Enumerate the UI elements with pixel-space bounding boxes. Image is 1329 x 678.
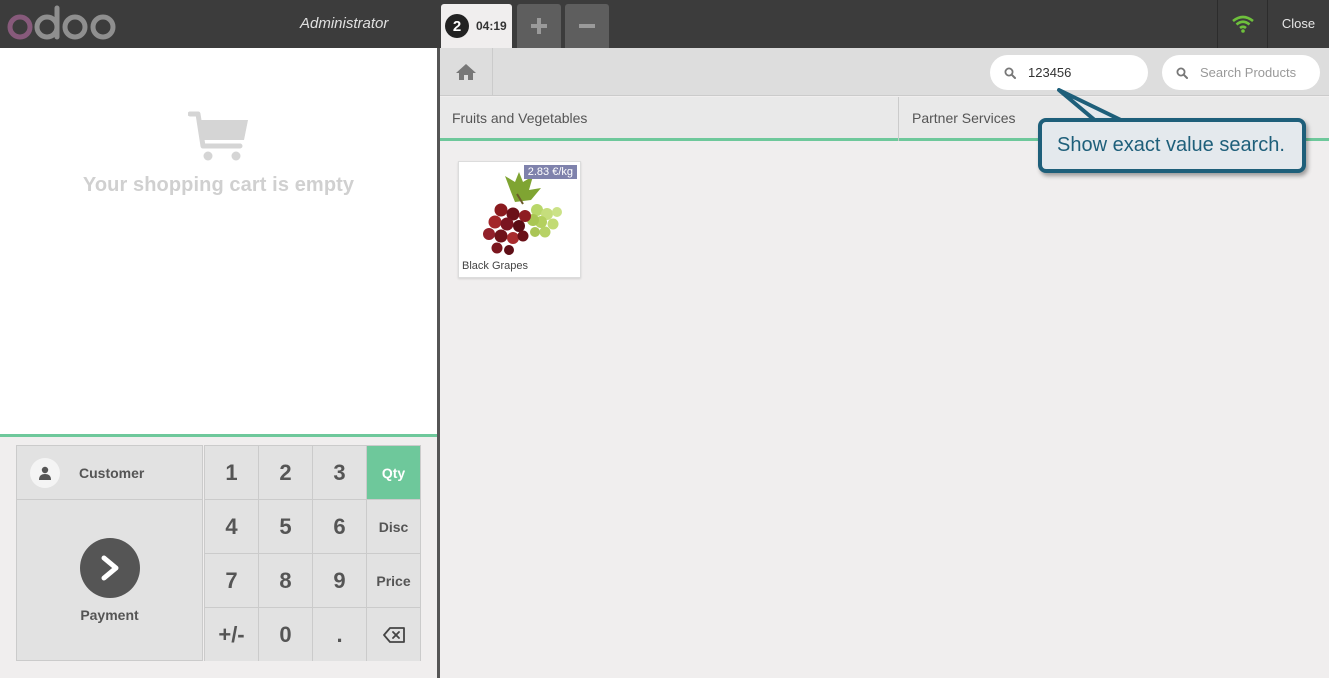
person-icon: [30, 457, 60, 488]
order-pane: Your shopping cart is empty Customer Pay…: [0, 48, 437, 678]
product-header: 123456 Search Products: [440, 48, 1329, 96]
home-icon: [456, 64, 476, 80]
numpad-key-9[interactable]: 9: [313, 554, 366, 607]
control-panel: Customer Payment 1 2 3 Qty 4 5 6 Disc 7 …: [0, 434, 437, 678]
numpad-key-3[interactable]: 3: [313, 446, 366, 499]
exact-search-value: 123456: [1028, 65, 1072, 80]
product-card[interactable]: 2.83 €/kg Black Grapes: [458, 161, 581, 278]
grapes-image: [471, 170, 569, 262]
search-icon: [1176, 67, 1188, 79]
new-order-button[interactable]: [517, 4, 561, 48]
tooltip-text: Show exact value search.: [1057, 134, 1285, 156]
category-fruits-and-vegetables[interactable]: Fruits and Vegetables: [440, 97, 899, 141]
order-tab[interactable]: 2 04:19: [441, 4, 512, 48]
numpad-key-6[interactable]: 6: [313, 500, 366, 553]
numpad-key-1[interactable]: 1: [205, 446, 258, 499]
backspace-button[interactable]: [367, 608, 420, 661]
order-time: 04:19: [476, 19, 507, 33]
plus-icon: [531, 18, 547, 34]
close-button[interactable]: Close: [1267, 0, 1329, 48]
numpad-key-dot[interactable]: .: [313, 608, 366, 661]
mode-qty-button[interactable]: Qty: [367, 446, 420, 499]
payment-label: Payment: [80, 607, 139, 623]
connection-status[interactable]: [1217, 0, 1267, 48]
shopping-cart-icon: [187, 111, 248, 161]
empty-cart-message: Your shopping cart is empty: [82, 174, 355, 196]
tooltip-callout: Show exact value search.: [1038, 118, 1306, 173]
wifi-icon: [1231, 15, 1254, 33]
empty-cart: Your shopping cart is empty: [0, 110, 437, 197]
search-icon: [1004, 67, 1016, 79]
numpad-key-7[interactable]: 7: [205, 554, 258, 607]
product-search-input[interactable]: Search Products: [1162, 55, 1320, 90]
customer-button[interactable]: Customer: [17, 446, 202, 500]
numpad-key-plus-minus[interactable]: +/-: [205, 608, 258, 661]
home-category-button[interactable]: [440, 48, 493, 96]
odoo-logo: [6, 0, 118, 48]
username: Administrator: [300, 15, 389, 32]
mode-price-button[interactable]: Price: [367, 554, 420, 607]
product-name: Black Grapes: [462, 260, 529, 272]
numpad-key-5[interactable]: 5: [259, 500, 312, 553]
minus-icon: [579, 24, 595, 28]
action-pad: Customer Payment: [16, 445, 203, 661]
product-price-tag: 2.83 €/kg: [523, 165, 577, 179]
numpad: 1 2 3 Qty 4 5 6 Disc 7 8 9 Price +/- 0 .: [204, 445, 421, 661]
numpad-key-0[interactable]: 0: [259, 608, 312, 661]
top-bar: Administrator 2 04:19 Close: [0, 0, 1329, 48]
backspace-icon: [382, 626, 405, 643]
customer-label: Customer: [79, 464, 145, 481]
numpad-key-4[interactable]: 4: [205, 500, 258, 553]
numpad-key-8[interactable]: 8: [259, 554, 312, 607]
exact-search-box[interactable]: 123456: [990, 55, 1148, 90]
search-placeholder: Search Products: [1200, 65, 1297, 80]
mode-disc-button[interactable]: Disc: [367, 500, 420, 553]
numpad-key-2[interactable]: 2: [259, 446, 312, 499]
delete-order-button[interactable]: [565, 4, 609, 48]
payment-button[interactable]: Payment: [17, 501, 202, 660]
order-number: 2: [445, 14, 469, 38]
chevron-right-icon: [80, 538, 140, 598]
